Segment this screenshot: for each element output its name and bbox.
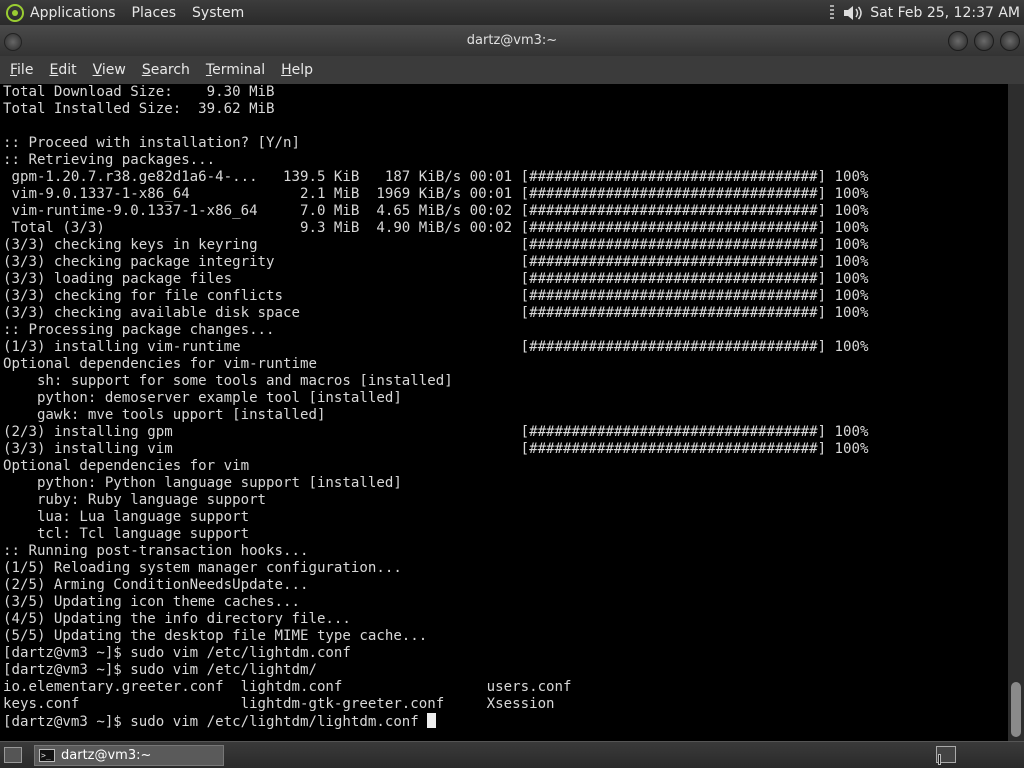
terminal-line: (3/3) checking for file conflicts [#####… (3, 288, 869, 304)
scrollbar-thumb[interactable] (1011, 682, 1021, 737)
window-titlebar[interactable]: dartz@vm3:~ (0, 25, 1024, 56)
panel-tray: Sat Feb 25, 12:37 AM (830, 0, 1020, 25)
terminal-line: python: Python language support [install… (3, 475, 402, 491)
terminal-line: Optional dependencies for vim (3, 458, 250, 474)
gnome-foot-icon[interactable] (6, 3, 24, 22)
terminal-line: keys.conf lightdm-gtk-greeter.conf Xsess… (3, 696, 555, 712)
window-controls (948, 31, 1020, 51)
maximize-button[interactable] (974, 31, 994, 51)
taskbar-label: dartz@vm3:~ (61, 747, 152, 763)
terminal-line: lua: Lua language support (3, 509, 250, 525)
terminal-line: :: Proceed with installation? [Y/n] (3, 135, 300, 151)
terminal-scrollbar[interactable] (1008, 84, 1024, 741)
terminal-line: io.elementary.greeter.conf lightdm.conf … (3, 679, 572, 695)
terminal-line: sh: support for some tools and macros [i… (3, 373, 453, 389)
terminal-line: [dartz@vm3 ~]$ sudo vim /etc/lightdm.con… (3, 645, 351, 661)
terminal-line: (2/3) installing gpm [##################… (3, 424, 869, 440)
terminal-line: (5/5) Updating the desktop file MIME typ… (3, 628, 428, 644)
menu-view[interactable]: View (85, 62, 134, 78)
terminal-line: (2/5) Arming ConditionNeedsUpdate... (3, 577, 309, 593)
menu-search[interactable]: Search (134, 62, 198, 78)
terminal-line: (4/5) Updating the info directory file..… (3, 611, 351, 627)
minimize-button[interactable] (948, 31, 968, 51)
workspace-switcher[interactable] (936, 746, 956, 765)
terminal-prompt-line: [dartz@vm3 ~]$ sudo vim /etc/lightdm/lig… (3, 713, 1008, 730)
terminal-line: tcl: Tcl language support (3, 526, 250, 542)
terminal-line: gawk: mve tools upport [installed] (3, 407, 326, 423)
panel-grip-icon (830, 4, 835, 21)
terminal-line: :: Retrieving packages... (3, 152, 216, 168)
menu-help[interactable]: Help (273, 62, 321, 78)
terminal-line: Total Download Size: 9.30 MiB (3, 84, 275, 100)
prompt-text: [dartz@vm3 ~]$ sudo vim /etc/lightdm/lig… (3, 714, 428, 730)
window-title: dartz@vm3:~ (466, 33, 558, 48)
system-menu[interactable]: System (192, 5, 244, 21)
text-cursor (427, 713, 437, 728)
terminal-line: ruby: Ruby language support (3, 492, 267, 508)
terminal-line: (3/5) Updating icon theme caches... (3, 594, 300, 610)
bottom-panel: >_ dartz@vm3:~ (0, 741, 1024, 768)
terminal-line: Total (3/3) 9.3 MiB 4.90 MiB/s 00:02 [##… (3, 220, 869, 236)
menu-terminal[interactable]: Terminal (198, 62, 273, 78)
terminal-line: python: demoserver example tool [install… (3, 390, 402, 406)
show-desktop-icon[interactable] (4, 747, 22, 763)
terminal-line: (3/3) installing vim [##################… (3, 441, 869, 457)
terminal-line: [dartz@vm3 ~]$ sudo vim /etc/lightdm/ (3, 662, 317, 678)
terminal-line: (3/3) checking keys in keyring [########… (3, 237, 869, 253)
terminal-line: (1/3) installing vim-runtime [##########… (3, 339, 869, 355)
window-menu-icon[interactable] (4, 33, 22, 51)
terminal-line: Optional dependencies for vim-runtime (3, 356, 317, 372)
menu-edit[interactable]: Edit (41, 62, 84, 78)
terminal-line: (3/3) checking available disk space [###… (3, 305, 869, 321)
terminal-icon: >_ (39, 748, 55, 762)
taskbar-terminal-button[interactable]: >_ dartz@vm3:~ (34, 744, 224, 766)
applications-menu[interactable]: Applications (30, 5, 116, 21)
terminal-line: (1/5) Reloading system manager configura… (3, 560, 402, 576)
terminal-line: gpm-1.20.7.r38.ge82d1a6-4-... 139.5 KiB … (3, 169, 869, 185)
clock[interactable]: Sat Feb 25, 12:37 AM (870, 5, 1020, 21)
speaker-icon[interactable] (842, 3, 864, 23)
terminal-line: vim-runtime-9.0.1337-1-x86_64 7.0 MiB 4.… (3, 203, 869, 219)
terminal-line: :: Processing package changes... (3, 322, 275, 338)
terminal-line: Total Installed Size: 39.62 MiB (3, 101, 275, 117)
terminal-line: :: Running post-transaction hooks... (3, 543, 309, 559)
terminal-text: Total Download Size: 9.30 MiB Total Insta… (0, 84, 1008, 730)
close-button[interactable] (1000, 31, 1020, 51)
terminal-output[interactable]: Total Download Size: 9.30 MiB Total Insta… (0, 84, 1008, 741)
terminal-line: (3/3) checking package integrity [######… (3, 254, 869, 270)
menu-file[interactable]: File (2, 62, 41, 78)
terminal-menubar: File Edit View Search Terminal Help (0, 56, 1024, 84)
terminal-line: (3/3) loading package files [###########… (3, 271, 869, 287)
places-menu[interactable]: Places (132, 5, 177, 21)
workspace-terminal-icon (938, 754, 941, 765)
top-panel: Applications Places System Sat Feb 25, 1… (0, 0, 1024, 25)
terminal-line: vim-9.0.1337-1-x86_64 2.1 MiB 1969 KiB/s… (3, 186, 869, 202)
